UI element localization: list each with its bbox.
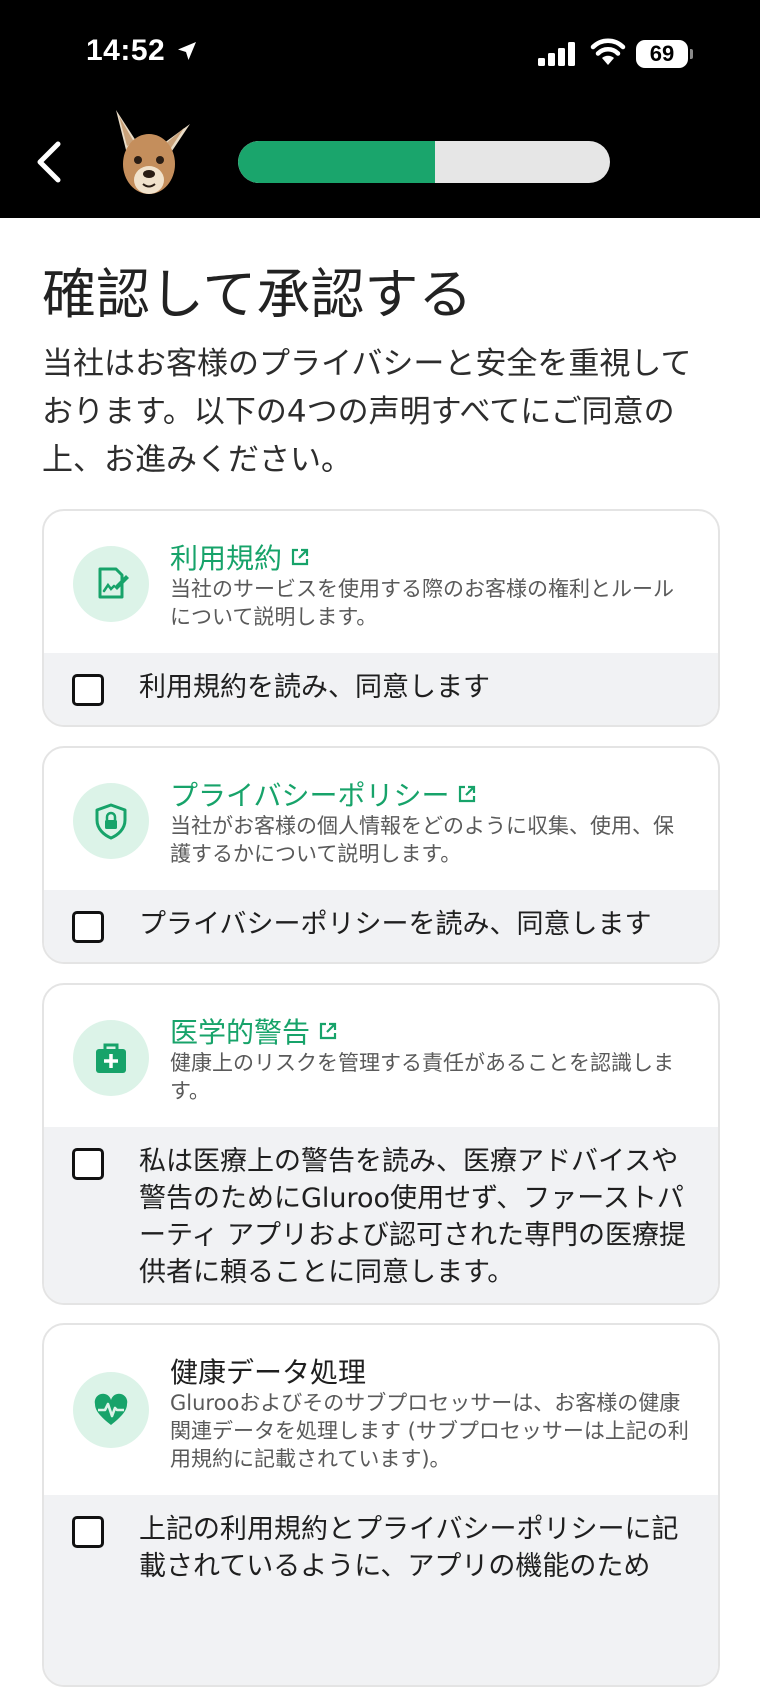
medical-agree-label[interactable]: 私は医療上の警告を読み、医療アドバイスや警告のためにGluroo使用せず、ファー… bbox=[139, 1143, 699, 1291]
medical-description: 健康上のリスクを管理する責任があることを認識します。 bbox=[170, 1051, 674, 1103]
health-data-agree-checkbox[interactable] bbox=[72, 1516, 104, 1548]
privacy-agree-label[interactable]: プライバシーポリシーを読み、同意します bbox=[139, 906, 699, 943]
status-time: 14:52 bbox=[86, 34, 166, 67]
privacy-description: 当社がお客様の個人情報をどのように収集、使用、保護するかについて説明します。 bbox=[170, 814, 674, 866]
medical-bag-icon bbox=[96, 1043, 126, 1073]
health-data-title: 健康データ処理 bbox=[170, 1356, 367, 1389]
external-link-icon[interactable] bbox=[318, 1021, 338, 1041]
medical-icon-circle bbox=[73, 1020, 149, 1096]
battery-level: 69 bbox=[649, 41, 675, 66]
medical-warning-card: 医学的警告 健康上のリスクを管理する責任があることを認識します。 私は医療上の警… bbox=[42, 983, 720, 1305]
terms-agree-row[interactable]: 利用規約を読み、同意します bbox=[44, 653, 718, 725]
terms-card: 利用規約 当社のサービスを使用する際のお客様の権利とルールについて説明します。 … bbox=[42, 509, 720, 727]
terms-title-link[interactable]: 利用規約 bbox=[170, 537, 310, 577]
wifi-icon bbox=[590, 38, 626, 65]
medical-agree-checkbox[interactable] bbox=[72, 1148, 104, 1180]
privacy-card: プライバシーポリシー 当社がお客様の個人情報をどのように収集、使用、保護するかに… bbox=[42, 746, 720, 964]
health-data-agree-label[interactable]: 上記の利用規約とプライバシーポリシーに記載されているように、アプリの機能のため bbox=[139, 1511, 699, 1585]
battery-tip bbox=[690, 49, 693, 59]
privacy-agree-row[interactable]: プライバシーポリシーを読み、同意します bbox=[44, 890, 718, 962]
shield-lock-icon bbox=[95, 803, 127, 840]
privacy-title[interactable]: プライバシーポリシー bbox=[170, 774, 449, 814]
progress-bar-fill bbox=[238, 141, 436, 183]
battery-indicator: 69 bbox=[636, 40, 693, 68]
heart-pulse-icon bbox=[94, 1393, 128, 1425]
progress-bar bbox=[238, 141, 610, 183]
health-data-agree-row[interactable]: 上記の利用規約とプライバシーポリシーに記載されているように、アプリの機能のため bbox=[44, 1495, 718, 1685]
terms-title[interactable]: 利用規約 bbox=[170, 537, 282, 577]
document-sign-icon bbox=[98, 567, 129, 599]
health-data-description: Glurooおよびそのサブプロセッサーは、お客様の健康関連データを処理します (… bbox=[170, 1391, 689, 1471]
medical-agree-row[interactable]: 私は医療上の警告を読み、医療アドバイスや警告のためにGluroo使用せず、ファー… bbox=[44, 1127, 718, 1303]
page-title: 確認して承認する bbox=[42, 263, 473, 326]
terms-agree-checkbox[interactable] bbox=[72, 674, 104, 706]
health-data-card: 健康データ処理 Glurooおよびそのサブプロセッサーは、お客様の健康関連データ… bbox=[42, 1323, 720, 1687]
external-link-icon[interactable] bbox=[290, 547, 310, 567]
external-link-icon[interactable] bbox=[457, 784, 477, 804]
kangaroo-mascot-icon bbox=[116, 110, 190, 194]
medical-title[interactable]: 医学的警告 bbox=[170, 1011, 310, 1051]
health-icon-circle bbox=[73, 1372, 149, 1448]
terms-agree-label[interactable]: 利用規約を読み、同意します bbox=[139, 669, 699, 706]
location-arrow-icon bbox=[178, 42, 196, 60]
intro-text: 当社はお客様のプライバシーと安全を重視しております。以下の4つの声明すべてにご同… bbox=[42, 346, 692, 478]
terms-description: 当社のサービスを使用する際のお客様の権利とルールについて説明します。 bbox=[170, 577, 674, 629]
cellular-signal-icon bbox=[538, 42, 575, 66]
privacy-icon-circle bbox=[73, 783, 149, 859]
privacy-agree-checkbox[interactable] bbox=[72, 911, 104, 943]
terms-icon-circle bbox=[73, 546, 149, 622]
privacy-title-link[interactable]: プライバシーポリシー bbox=[170, 774, 477, 814]
top-bar: 14:52 69 bbox=[0, 0, 760, 218]
back-button[interactable] bbox=[28, 136, 72, 188]
medical-title-link[interactable]: 医学的警告 bbox=[170, 1011, 338, 1051]
